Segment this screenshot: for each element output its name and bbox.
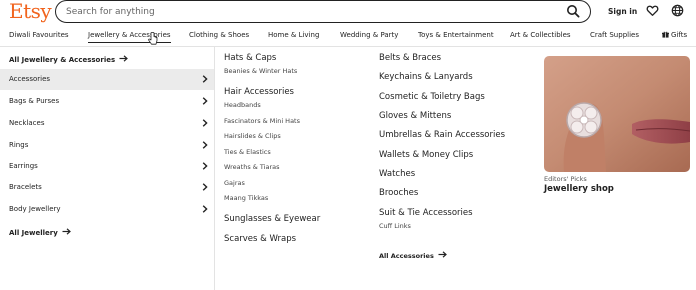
arrow-right-icon	[119, 55, 129, 62]
all-jewellery-link[interactable]: All Jewellery	[9, 228, 71, 237]
feature-photo	[544, 56, 690, 172]
col-heading-belts-braces[interactable]: Belts & Braces	[379, 53, 441, 63]
sidebar-item-label: Accessories	[9, 75, 51, 83]
mouse-cursor-icon	[148, 32, 158, 45]
header: Etsy Sign in	[0, 0, 696, 25]
sidebar-item-label: Bags & Purses	[9, 97, 60, 105]
col-link-headbands[interactable]: Headbands	[224, 101, 261, 109]
chevron-right-icon	[202, 162, 208, 170]
etsy-logo[interactable]: Etsy	[9, 0, 52, 23]
sidebar-item-necklaces[interactable]: Necklaces	[0, 113, 214, 134]
search-input[interactable]	[66, 4, 546, 19]
col-heading-sunglasses[interactable]: Sunglasses & Eyewear	[224, 214, 320, 224]
nav-wedding-party[interactable]: Wedding & Party	[340, 31, 398, 39]
sidebar-item-label: Earrings	[9, 162, 38, 170]
sidebar-item-accessories[interactable]: Accessories	[0, 69, 214, 90]
chevron-right-icon	[202, 205, 208, 213]
chevron-right-icon	[202, 75, 208, 83]
heart-icon[interactable]	[646, 4, 659, 17]
gift-icon	[662, 31, 669, 38]
col-heading-brooches[interactable]: Brooches	[379, 188, 418, 198]
nav-toys-entertainment[interactable]: Toys & Entertainment	[418, 31, 494, 39]
sidebar-item-label: Bracelets	[9, 183, 42, 191]
feature-title[interactable]: Jewellery shop	[544, 184, 614, 194]
col-heading-hair-accessories[interactable]: Hair Accessories	[224, 87, 294, 97]
sidebar-item-label: Rings	[9, 141, 29, 149]
feature-image[interactable]	[544, 56, 690, 172]
nav-diwali-favourites[interactable]: Diwali Favourites	[9, 31, 69, 39]
nav-gifts[interactable]: Gifts	[662, 31, 687, 39]
chevron-right-icon	[202, 183, 208, 191]
nav-clothing-shoes[interactable]: Clothing & Shoes	[189, 31, 249, 39]
col-link-hairslides[interactable]: Hairslides & Clips	[224, 132, 281, 140]
search-icon[interactable]	[566, 4, 580, 18]
chevron-right-icon	[202, 97, 208, 105]
search-bar[interactable]	[55, 0, 591, 23]
feature-kicker: Editors' Picks	[544, 175, 587, 183]
category-nav: Diwali Favourites Jewellery & Accessorie…	[0, 26, 696, 46]
category-sidebar: All Jewellery & Accessories Accessories …	[0, 47, 215, 290]
chevron-right-icon	[202, 119, 208, 127]
sidebar-item-body-jewellery[interactable]: Body Jewellery	[0, 199, 214, 220]
col-heading-scarves[interactable]: Scarves & Wraps	[224, 234, 296, 244]
all-accessories-label: All Accessories	[379, 252, 434, 260]
all-jewellery-accessories-link[interactable]: All Jewellery & Accessories	[9, 55, 129, 64]
col-link-cuff-links[interactable]: Cuff Links	[379, 222, 411, 230]
col-heading-watches[interactable]: Watches	[379, 169, 415, 179]
col-link-gajras[interactable]: Gajras	[224, 179, 245, 187]
col-link-wreaths-tiaras[interactable]: Wreaths & Tiaras	[224, 163, 280, 171]
arrow-right-icon	[62, 228, 71, 235]
col-heading-keychains[interactable]: Keychains & Lanyards	[379, 72, 473, 82]
nav-art-collectibles[interactable]: Art & Collectibles	[510, 31, 571, 39]
nav-craft-supplies[interactable]: Craft Supplies	[590, 31, 639, 39]
all-accessories-link[interactable]: All Accessories	[379, 251, 447, 260]
col-link-maang-tikkas[interactable]: Maang Tikkas	[224, 194, 268, 202]
sidebar-item-earrings[interactable]: Earrings	[0, 156, 214, 177]
col-link-beanies[interactable]: Beanies & Winter Hats	[224, 67, 297, 75]
col-heading-hats-caps[interactable]: Hats & Caps	[224, 53, 276, 63]
arrow-right-icon	[438, 251, 447, 258]
col-heading-suit-tie[interactable]: Suit & Tie Accessories	[379, 208, 473, 218]
globe-icon[interactable]	[671, 4, 684, 17]
sidebar-item-rings[interactable]: Rings	[0, 135, 214, 156]
all-jewellery-accessories-label: All Jewellery & Accessories	[9, 56, 116, 64]
col-heading-wallets[interactable]: Wallets & Money Clips	[379, 150, 473, 160]
sidebar-item-label: Body Jewellery	[9, 205, 61, 213]
nav-home-living[interactable]: Home & Living	[268, 31, 319, 39]
sign-in-link[interactable]: Sign in	[608, 7, 637, 16]
sidebar-item-bracelets[interactable]: Bracelets	[0, 177, 214, 198]
chevron-right-icon	[202, 141, 208, 149]
col-link-fascinators[interactable]: Fascinators & Mini Hats	[224, 117, 300, 125]
sidebar-item-label: Necklaces	[9, 119, 45, 127]
nav-gifts-label: Gifts	[671, 31, 688, 39]
sidebar-item-bags-purses[interactable]: Bags & Purses	[0, 91, 214, 112]
col-heading-cosmetic-bags[interactable]: Cosmetic & Toiletry Bags	[379, 92, 485, 102]
all-jewellery-label: All Jewellery	[9, 229, 58, 237]
col-link-ties-elastics[interactable]: Ties & Elastics	[224, 148, 271, 156]
col-heading-gloves[interactable]: Gloves & Mittens	[379, 111, 451, 121]
col-heading-umbrellas[interactable]: Umbrellas & Rain Accessories	[379, 130, 505, 140]
